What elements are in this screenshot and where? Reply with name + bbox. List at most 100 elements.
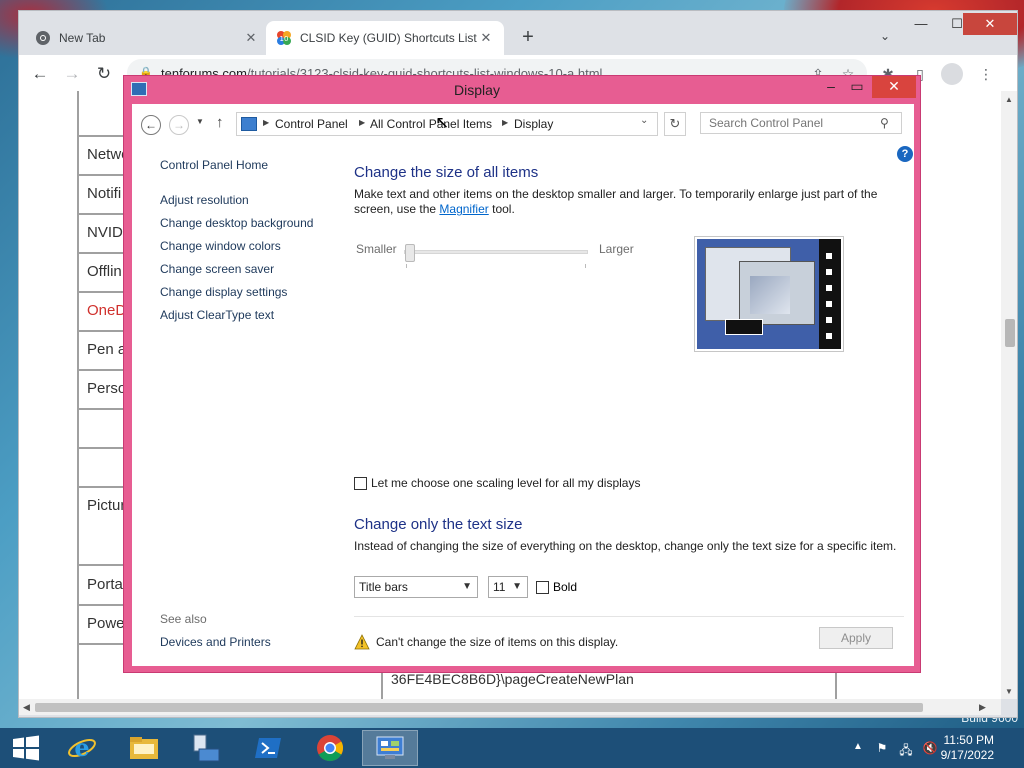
mouse-cursor-icon: ↖ xyxy=(435,113,450,132)
volume-muted-icon[interactable]: 🔇 xyxy=(922,741,938,755)
window-titlebar[interactable]: Display – ▭ ✕ xyxy=(124,76,920,104)
svg-text:10: 10 xyxy=(280,35,289,43)
browser-close-button[interactable]: ✕ xyxy=(963,13,1017,35)
change-window-colors-link[interactable]: Change window colors xyxy=(160,239,340,253)
slider-tick xyxy=(406,264,407,268)
breadcrumb-item[interactable]: Display xyxy=(514,117,553,131)
devices-and-printers-link[interactable]: Devices and Printers xyxy=(160,635,271,649)
horizontal-scroll-thumb[interactable] xyxy=(35,703,923,712)
control-panel-taskbar-button[interactable] xyxy=(362,730,418,766)
table-row: Pictur xyxy=(79,488,123,566)
scaling-checkbox[interactable] xyxy=(354,476,367,490)
change-display-settings-link[interactable]: Change display settings xyxy=(160,285,340,299)
display-preview-image xyxy=(694,236,844,352)
help-icon[interactable]: ? xyxy=(897,146,913,162)
table-row xyxy=(79,449,123,488)
search-input[interactable] xyxy=(700,112,902,134)
new-tab-plus-icon[interactable]: + xyxy=(516,26,540,50)
close-button[interactable]: ✕ xyxy=(872,76,916,98)
breadcrumb-item[interactable]: All Control Panel Items xyxy=(370,117,492,131)
vertical-scrollbar[interactable]: ▲ ▼ xyxy=(1001,91,1017,699)
tab-label: CLSID Key (GUID) Shortcuts List f xyxy=(300,31,478,45)
minimize-button[interactable]: – xyxy=(820,76,842,98)
slider-smaller-label: Smaller xyxy=(356,242,397,256)
font-size-select[interactable]: 11 ▼ xyxy=(488,576,528,598)
tab-clsid-shortcuts[interactable]: 10 CLSID Key (GUID) Shortcuts List f ✕ xyxy=(266,21,504,55)
back-arrow-icon[interactable]: ← xyxy=(29,63,51,85)
action-center-flag-icon[interactable]: ⚑ xyxy=(874,741,890,755)
table-row: Offlin xyxy=(79,254,123,293)
powershell-taskbar-button[interactable] xyxy=(240,730,296,766)
clock-time: 11:50 PM xyxy=(943,733,994,747)
system-clock[interactable]: 11:50 PM 9/17/2022 xyxy=(941,733,994,763)
preview-desktop xyxy=(697,239,841,349)
up-arrow-icon[interactable]: ↑ xyxy=(216,114,224,131)
scroll-right-arrow-icon[interactable]: ▶ xyxy=(979,702,986,713)
table-row xyxy=(79,645,123,699)
display-control-panel-window: Display – ▭ ✕ ← → ▼ ↑ ▶ Control Panel ▶ … xyxy=(123,75,921,673)
server-manager-taskbar-button[interactable] xyxy=(178,730,234,766)
network-icon[interactable]: 🖧 xyxy=(898,741,914,757)
maximize-button[interactable]: ▭ xyxy=(846,76,868,98)
breadcrumb-item[interactable]: Control Panel xyxy=(275,117,348,131)
file-explorer-taskbar-button[interactable] xyxy=(116,730,172,766)
slider-ticks xyxy=(406,264,586,268)
slider-larger-label: Larger xyxy=(599,242,634,256)
chevron-down-icon[interactable]: ▼ xyxy=(462,581,472,592)
start-button[interactable] xyxy=(0,730,52,766)
scaling-checkbox-label[interactable]: Let me choose one scaling level for all … xyxy=(371,476,640,490)
address-dropdown-chevron-icon[interactable]: ⌄ xyxy=(640,115,648,126)
slider-track[interactable] xyxy=(404,250,588,254)
vertical-scroll-thumb[interactable] xyxy=(1005,319,1015,347)
kebab-menu-icon[interactable]: ⋮ xyxy=(977,65,995,83)
breadcrumb-separator-icon[interactable]: ▶ xyxy=(263,118,269,127)
control-panel-home-link[interactable]: Control Panel Home xyxy=(160,158,340,172)
show-hidden-icons-chevron-icon[interactable]: ▲ xyxy=(850,741,866,755)
magnifier-link[interactable]: Magnifier xyxy=(439,202,488,216)
close-tab-icon[interactable]: ✕ xyxy=(243,30,259,46)
scroll-left-arrow-icon[interactable]: ◀ xyxy=(23,702,30,713)
adjust-cleartype-text-link[interactable]: Adjust ClearType text xyxy=(160,308,340,322)
apply-button[interactable]: Apply xyxy=(819,627,893,649)
windows-logo-icon xyxy=(13,735,39,761)
bold-checkbox-row[interactable]: Bold xyxy=(536,580,577,594)
size-section-description: Make text and other items on the desktop… xyxy=(354,187,904,217)
change-screen-saver-link[interactable]: Change screen saver xyxy=(160,262,340,276)
breadcrumb-separator-icon[interactable]: ▶ xyxy=(359,118,365,127)
forward-arrow-icon[interactable]: → xyxy=(61,63,83,85)
see-also-label: See also xyxy=(160,612,207,626)
tab-search-chevron-icon[interactable]: ⌄ xyxy=(877,29,893,45)
adjust-resolution-link[interactable]: Adjust resolution xyxy=(160,193,340,207)
warning-icon xyxy=(354,634,370,650)
browser-minimize-button[interactable]: — xyxy=(903,13,939,35)
chrome-taskbar-button[interactable] xyxy=(302,730,358,766)
search-icon[interactable]: ⚲ xyxy=(880,116,889,130)
scroll-down-arrow-icon[interactable]: ▼ xyxy=(1005,687,1013,696)
refresh-icon[interactable]: ↻ xyxy=(664,112,686,136)
table-row xyxy=(79,410,123,449)
clsid-table-left-column: Netwo Notifi NVID Offlin OneD Pen a Pers… xyxy=(77,91,123,699)
reload-icon[interactable]: ↻ xyxy=(93,63,115,85)
profile-avatar-icon[interactable] xyxy=(941,63,963,85)
scaling-checkbox-row[interactable]: Let me choose one scaling level for all … xyxy=(354,476,640,490)
forward-arrow-icon[interactable]: → xyxy=(169,115,189,135)
preview-sidebar xyxy=(819,239,841,349)
folder-icon xyxy=(130,737,158,759)
bold-checkbox[interactable] xyxy=(536,580,549,594)
close-tab-icon[interactable]: ✕ xyxy=(478,30,494,46)
item-select[interactable]: Title bars ▼ xyxy=(354,576,478,598)
chevron-down-icon[interactable]: ▼ xyxy=(512,581,522,592)
slider-thumb[interactable] xyxy=(405,244,415,262)
horizontal-scrollbar[interactable]: ◀ ▶ xyxy=(19,699,1001,715)
scroll-up-arrow-icon[interactable]: ▲ xyxy=(1005,95,1013,104)
table-row: Powe xyxy=(79,606,123,645)
internet-explorer-taskbar-button[interactable]: e xyxy=(54,730,110,766)
breadcrumb[interactable]: ▶ Control Panel ▶ All Control Panel Item… xyxy=(236,112,658,136)
back-arrow-icon[interactable]: ← xyxy=(141,115,161,135)
bold-label[interactable]: Bold xyxy=(553,580,577,594)
description-text: Make text and other items on the desktop… xyxy=(354,187,878,216)
breadcrumb-separator-icon[interactable]: ▶ xyxy=(502,118,508,127)
recent-locations-chevron-icon[interactable]: ▼ xyxy=(196,117,204,126)
tab-new-tab[interactable]: New Tab ✕ xyxy=(25,21,269,55)
change-desktop-background-link[interactable]: Change desktop background xyxy=(160,216,340,230)
